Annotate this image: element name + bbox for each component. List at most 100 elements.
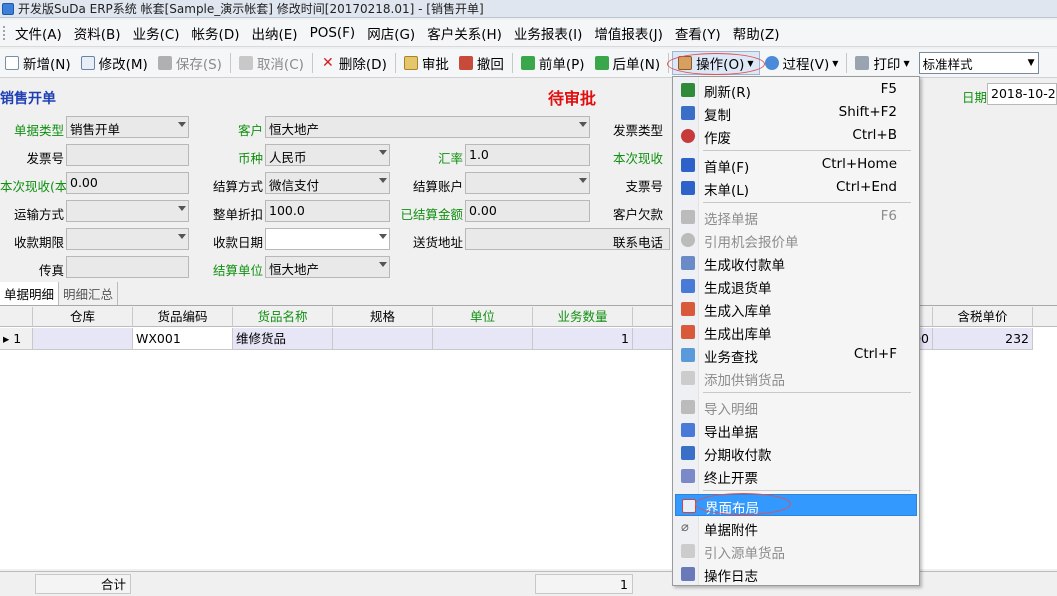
date-field[interactable]: 2018-10-28 bbox=[987, 83, 1057, 105]
menu-item-quote[interactable]: 引用机会报价单 bbox=[675, 229, 917, 251]
menu-business[interactable]: 业务(C) bbox=[127, 23, 186, 43]
chevron-down-icon bbox=[379, 150, 387, 155]
tab-summary[interactable]: 明细汇总 bbox=[59, 282, 119, 305]
menu-item-copy[interactable]: 复制 Shift+F2 bbox=[675, 102, 917, 124]
menu-reports[interactable]: 业务报表(I) bbox=[508, 23, 589, 43]
payment-term-select[interactable] bbox=[66, 228, 189, 250]
currency-select[interactable]: 人民币 bbox=[265, 144, 390, 166]
menu-item-inbound[interactable]: 生成入库单 bbox=[675, 298, 917, 320]
edit-icon bbox=[80, 56, 95, 70]
menu-item-import[interactable]: 导入明细 bbox=[675, 396, 917, 418]
settle-unit-select[interactable]: 恒大地产 bbox=[265, 256, 390, 278]
receipt-date-field[interactable] bbox=[265, 228, 390, 250]
save-button[interactable]: 保存(S) bbox=[153, 51, 227, 75]
menu-item-attachment[interactable]: ⌀ 单据附件 bbox=[675, 517, 917, 540]
column-header-name[interactable]: 货品名称 bbox=[233, 307, 333, 327]
customer-select[interactable]: 恒大地产 bbox=[265, 116, 590, 138]
edit-button[interactable]: 修改(M) bbox=[76, 51, 153, 75]
column-header-spec[interactable]: 规格 bbox=[333, 307, 433, 327]
transport-select[interactable] bbox=[66, 200, 189, 222]
process-button[interactable]: 过程(V) ▼ bbox=[760, 51, 844, 75]
annotation-oval bbox=[695, 493, 791, 515]
prev-button[interactable]: 前单(P) bbox=[516, 51, 590, 75]
cell-spec[interactable] bbox=[333, 328, 433, 350]
current-receipt-label: 本次现收 bbox=[612, 151, 663, 166]
column-header-price[interactable]: 含税单价 bbox=[933, 307, 1033, 327]
settled-amount-field[interactable]: 0.00 bbox=[465, 200, 590, 222]
cell-warehouse[interactable] bbox=[33, 328, 133, 350]
doc-type-select[interactable]: 销售开单 bbox=[66, 116, 189, 138]
chevron-down-icon bbox=[379, 178, 387, 183]
approve-button[interactable]: 审批 bbox=[399, 51, 454, 75]
customer-debt-label: 客户欠款 bbox=[612, 207, 663, 222]
new-button[interactable]: 新增(N) bbox=[0, 51, 76, 75]
cheque-no-label: 支票号 bbox=[625, 179, 663, 194]
menu-item-installment[interactable]: 分期收付款 bbox=[675, 442, 917, 464]
menu-item-select-doc[interactable]: 选择单据 F6 bbox=[675, 206, 917, 228]
menu-accounts[interactable]: 帐务(D) bbox=[186, 23, 246, 43]
menu-help[interactable]: 帮助(Z) bbox=[727, 23, 786, 43]
next-button[interactable]: 后单(N) bbox=[590, 51, 666, 75]
fax-label: 传真 bbox=[38, 263, 64, 278]
revoke-button[interactable]: 撤回 bbox=[454, 51, 509, 75]
total-qty: 1 bbox=[535, 574, 633, 594]
total-label: 合计 bbox=[35, 574, 131, 594]
column-header-qty[interactable]: 业务数量 bbox=[533, 307, 633, 327]
dropdown-arrow-icon: ▼ bbox=[832, 58, 839, 68]
select-doc-icon bbox=[681, 210, 695, 224]
tab-detail[interactable]: 单据明细 bbox=[0, 282, 60, 305]
print-style-select[interactable]: 标准样式 ▼ bbox=[918, 52, 1039, 74]
date-label: 日期 bbox=[962, 90, 988, 105]
toolbar-divider bbox=[229, 53, 231, 73]
menu-item-outbound[interactable]: 生成出库单 bbox=[675, 321, 917, 343]
current-receipt-cur-field[interactable]: 0.00 bbox=[66, 172, 189, 194]
settle-method-select[interactable]: 微信支付 bbox=[265, 172, 390, 194]
menu-item-export[interactable]: 导出单据 bbox=[675, 419, 917, 441]
undo-icon bbox=[238, 56, 253, 70]
menu-item-log[interactable]: 操作日志 bbox=[675, 563, 917, 585]
fax-field[interactable] bbox=[66, 256, 189, 278]
cell-qty[interactable]: 1 bbox=[533, 328, 633, 350]
installment-icon bbox=[681, 446, 695, 460]
approve-icon bbox=[403, 56, 418, 70]
cell-name[interactable]: 维修货品 bbox=[233, 328, 333, 350]
menu-item-last[interactable]: 末单(L) Ctrl+End bbox=[675, 177, 917, 199]
invoice-no-field[interactable] bbox=[66, 144, 189, 166]
menu-view[interactable]: 查看(Y) bbox=[669, 23, 727, 43]
status-badge: 待审批 bbox=[548, 89, 597, 108]
search-icon bbox=[681, 348, 695, 362]
menu-extra-reports[interactable]: 增值报表(J) bbox=[588, 23, 669, 43]
delete-button[interactable]: ✕ 删除(D) bbox=[316, 51, 392, 75]
column-header-warehouse[interactable]: 仓库 bbox=[33, 307, 133, 327]
menu-webstore[interactable]: 网店(G) bbox=[361, 23, 421, 43]
menu-pos[interactable]: POS(F) bbox=[304, 25, 362, 41]
cell-code[interactable]: WX001 bbox=[133, 328, 233, 350]
menu-item-payment[interactable]: 生成收付款单 bbox=[675, 252, 917, 274]
menu-item-refresh[interactable]: 刷新(R) F5 bbox=[675, 79, 917, 101]
menu-crm[interactable]: 客户关系(H) bbox=[421, 23, 508, 43]
cancel-button[interactable]: 取消(C) bbox=[234, 51, 309, 75]
menu-item-stop-invoice[interactable]: 终止开票 bbox=[675, 465, 917, 487]
menu-item-add-goods[interactable]: 添加供销货品 bbox=[675, 367, 917, 389]
cell-price[interactable]: 232 bbox=[933, 328, 1033, 350]
menu-item-search[interactable]: 业务查找 Ctrl+F bbox=[675, 344, 917, 366]
settle-account-select[interactable] bbox=[465, 172, 590, 194]
discount-field[interactable]: 100.0 bbox=[265, 200, 390, 222]
column-header-unit[interactable]: 单位 bbox=[433, 307, 533, 327]
rate-field[interactable]: 1.0 bbox=[465, 144, 590, 166]
row-pointer-icon: ▸ bbox=[3, 331, 10, 346]
print-button[interactable]: 打印 ▼ bbox=[850, 51, 914, 75]
cell-unit[interactable] bbox=[433, 328, 533, 350]
current-receipt-cur-label: 本次现收(本) bbox=[0, 179, 73, 194]
column-header-code[interactable]: 货品编码 bbox=[133, 307, 233, 327]
menu-item-first[interactable]: 首单(F) Ctrl+Home bbox=[675, 154, 917, 176]
payment-term-label: 收款期限 bbox=[13, 235, 64, 250]
menu-item-void[interactable]: 作废 Ctrl+B bbox=[675, 125, 917, 147]
menu-data[interactable]: 资料(B) bbox=[68, 23, 127, 43]
menu-divider bbox=[703, 392, 911, 393]
menu-file[interactable]: 文件(A) bbox=[0, 23, 68, 43]
toolbar-divider bbox=[311, 53, 313, 73]
menu-cashier[interactable]: 出纳(E) bbox=[245, 23, 303, 43]
menu-item-return[interactable]: 生成退货单 bbox=[675, 275, 917, 297]
menu-item-source-goods[interactable]: 引入源单货品 bbox=[675, 540, 917, 562]
